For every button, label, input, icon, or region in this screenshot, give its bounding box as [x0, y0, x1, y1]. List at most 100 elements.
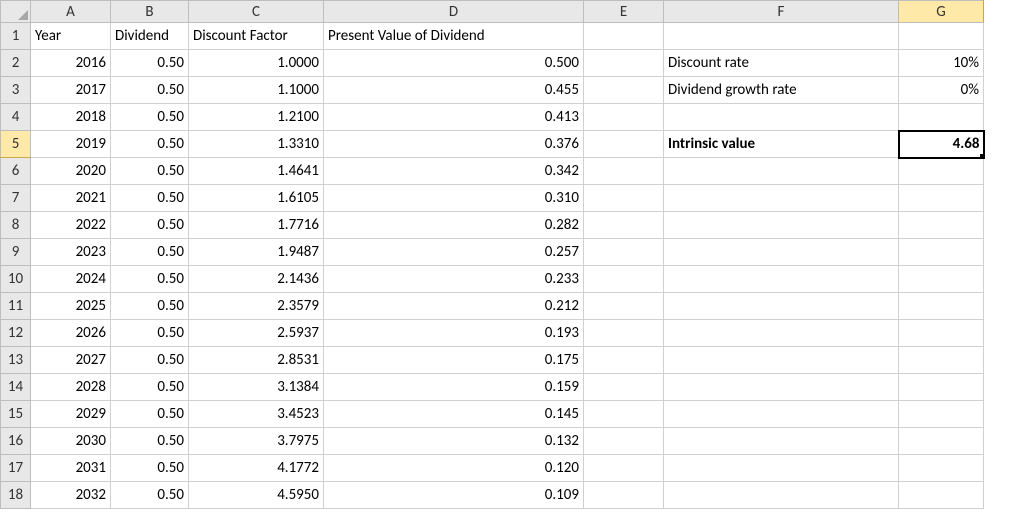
cell-F15[interactable]	[664, 401, 899, 428]
cell-F18[interactable]	[664, 482, 899, 509]
cell-B11[interactable]: 0.50	[111, 293, 189, 320]
col-header-D[interactable]: D	[324, 1, 584, 23]
row-header-7[interactable]: 7	[1, 185, 31, 212]
cell-A2[interactable]: 2016	[31, 50, 111, 77]
row-header-4[interactable]: 4	[1, 104, 31, 131]
cell-D10[interactable]: 0.233	[324, 266, 584, 293]
cell-C8[interactable]: 1.7716	[189, 212, 324, 239]
cell-D8[interactable]: 0.282	[324, 212, 584, 239]
cell-G14[interactable]	[899, 374, 984, 401]
select-all-corner[interactable]	[1, 1, 31, 23]
cell-G5[interactable]: 4.68	[899, 131, 984, 158]
cell-B8[interactable]: 0.50	[111, 212, 189, 239]
row-header-11[interactable]: 11	[1, 293, 31, 320]
row-header-12[interactable]: 12	[1, 320, 31, 347]
cell-F12[interactable]	[664, 320, 899, 347]
cell-G18[interactable]	[899, 482, 984, 509]
cell-C14[interactable]: 3.1384	[189, 374, 324, 401]
cell-B6[interactable]: 0.50	[111, 158, 189, 185]
cell-F14[interactable]	[664, 374, 899, 401]
cell-D11[interactable]: 0.212	[324, 293, 584, 320]
cell-A11[interactable]: 2025	[31, 293, 111, 320]
cell-F9[interactable]	[664, 239, 899, 266]
row-header-1[interactable]: 1	[1, 23, 31, 50]
cell-D1[interactable]: Present Value of Dividend	[324, 23, 584, 50]
cell-F8[interactable]	[664, 212, 899, 239]
cell-B1[interactable]: Dividend	[111, 23, 189, 50]
row-header-3[interactable]: 3	[1, 77, 31, 104]
cell-A17[interactable]: 2031	[31, 455, 111, 482]
cell-E4[interactable]	[584, 104, 664, 131]
cell-C6[interactable]: 1.4641	[189, 158, 324, 185]
cell-D5[interactable]: 0.376	[324, 131, 584, 158]
cell-B15[interactable]: 0.50	[111, 401, 189, 428]
cell-D16[interactable]: 0.132	[324, 428, 584, 455]
cell-E10[interactable]	[584, 266, 664, 293]
row-header-10[interactable]: 10	[1, 266, 31, 293]
cell-G7[interactable]	[899, 185, 984, 212]
cell-F10[interactable]	[664, 266, 899, 293]
cell-A18[interactable]: 2032	[31, 482, 111, 509]
cell-C1[interactable]: Discount Factor	[189, 23, 324, 50]
cell-G16[interactable]	[899, 428, 984, 455]
cell-E5[interactable]	[584, 131, 664, 158]
row-header-2[interactable]: 2	[1, 50, 31, 77]
cell-G11[interactable]	[899, 293, 984, 320]
cell-D17[interactable]: 0.120	[324, 455, 584, 482]
cell-B13[interactable]: 0.50	[111, 347, 189, 374]
cell-E6[interactable]	[584, 158, 664, 185]
cell-C10[interactable]: 2.1436	[189, 266, 324, 293]
row-header-14[interactable]: 14	[1, 374, 31, 401]
cell-B12[interactable]: 0.50	[111, 320, 189, 347]
row-header-5[interactable]: 5	[1, 131, 31, 158]
cell-E15[interactable]	[584, 401, 664, 428]
cell-B5[interactable]: 0.50	[111, 131, 189, 158]
cell-G10[interactable]	[899, 266, 984, 293]
cell-F7[interactable]	[664, 185, 899, 212]
cell-B16[interactable]: 0.50	[111, 428, 189, 455]
cell-A8[interactable]: 2022	[31, 212, 111, 239]
cell-B18[interactable]: 0.50	[111, 482, 189, 509]
cell-C11[interactable]: 2.3579	[189, 293, 324, 320]
cell-G1[interactable]	[899, 23, 984, 50]
cell-G12[interactable]	[899, 320, 984, 347]
cell-C9[interactable]: 1.9487	[189, 239, 324, 266]
cell-D15[interactable]: 0.145	[324, 401, 584, 428]
cell-A6[interactable]: 2020	[31, 158, 111, 185]
cell-E13[interactable]	[584, 347, 664, 374]
cell-C7[interactable]: 1.6105	[189, 185, 324, 212]
spreadsheet-grid[interactable]: A B C D E F G 1YearDividendDiscount Fact…	[0, 0, 985, 509]
cell-F16[interactable]	[664, 428, 899, 455]
cell-B3[interactable]: 0.50	[111, 77, 189, 104]
cell-D12[interactable]: 0.193	[324, 320, 584, 347]
row-header-18[interactable]: 18	[1, 482, 31, 509]
cell-G17[interactable]	[899, 455, 984, 482]
cell-B7[interactable]: 0.50	[111, 185, 189, 212]
cell-B10[interactable]: 0.50	[111, 266, 189, 293]
col-header-A[interactable]: A	[31, 1, 111, 23]
cell-F13[interactable]	[664, 347, 899, 374]
cell-F1[interactable]	[664, 23, 899, 50]
cell-C16[interactable]: 3.7975	[189, 428, 324, 455]
cell-A13[interactable]: 2027	[31, 347, 111, 374]
cell-F2[interactable]: Discount rate	[664, 50, 899, 77]
cell-F17[interactable]	[664, 455, 899, 482]
cell-D2[interactable]: 0.500	[324, 50, 584, 77]
cell-A5[interactable]: 2019	[31, 131, 111, 158]
cell-D13[interactable]: 0.175	[324, 347, 584, 374]
cell-A16[interactable]: 2030	[31, 428, 111, 455]
col-header-E[interactable]: E	[584, 1, 664, 23]
cell-E7[interactable]	[584, 185, 664, 212]
cell-C5[interactable]: 1.3310	[189, 131, 324, 158]
cell-A10[interactable]: 2024	[31, 266, 111, 293]
cell-D9[interactable]: 0.257	[324, 239, 584, 266]
cell-E3[interactable]	[584, 77, 664, 104]
cell-E18[interactable]	[584, 482, 664, 509]
cell-D6[interactable]: 0.342	[324, 158, 584, 185]
cell-A14[interactable]: 2028	[31, 374, 111, 401]
cell-G9[interactable]	[899, 239, 984, 266]
row-header-17[interactable]: 17	[1, 455, 31, 482]
row-header-13[interactable]: 13	[1, 347, 31, 374]
col-header-B[interactable]: B	[111, 1, 189, 23]
cell-E9[interactable]	[584, 239, 664, 266]
